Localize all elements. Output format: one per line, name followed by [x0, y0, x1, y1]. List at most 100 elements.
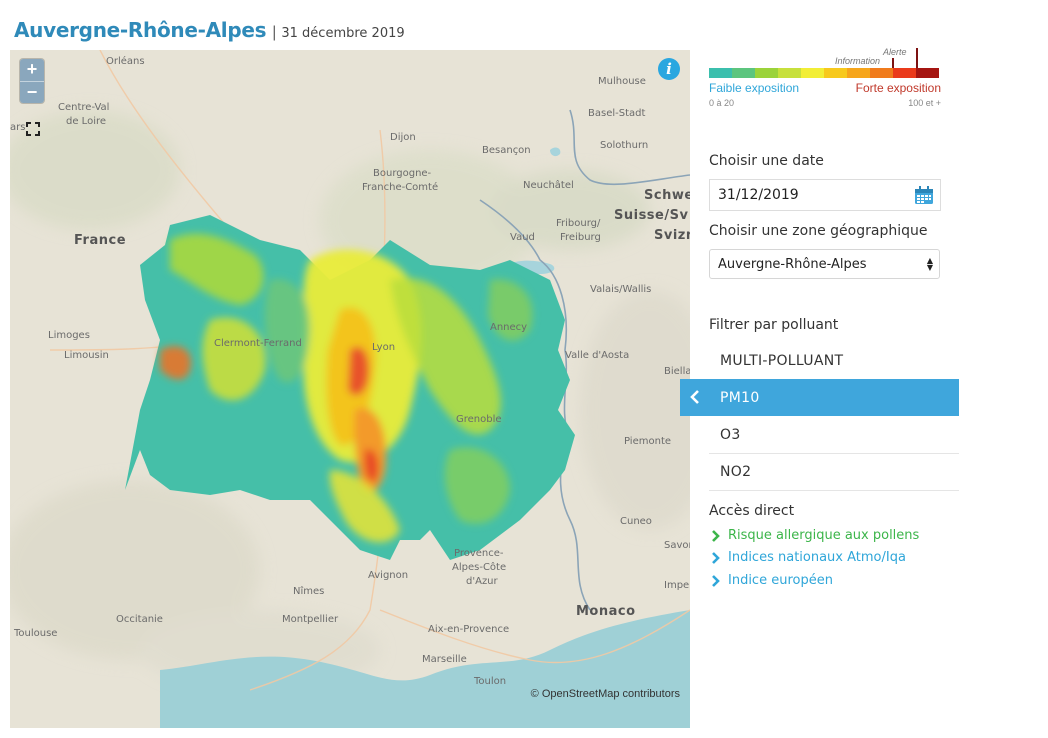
chevron-right-icon	[712, 529, 720, 542]
map-label-limousin: Limousin	[64, 350, 109, 361]
map-label-piemonte: Piemonte	[624, 436, 672, 447]
legend-swatch	[732, 68, 755, 78]
legend-alerte-label: Alerte	[883, 47, 907, 57]
legend-color-scale	[709, 68, 939, 78]
legend-swatch	[870, 68, 893, 78]
pollutant-label: PM10	[720, 389, 760, 406]
map-label-basel-stadt: Basel-Stadt	[588, 108, 646, 119]
pollutant-item-o3[interactable]: O3	[709, 417, 959, 454]
date-field-value: 31/12/2019	[718, 187, 799, 203]
map-label-annecy: Annecy	[490, 322, 528, 333]
legend-information-label: Information	[835, 56, 881, 66]
map-label-savona: Savon	[664, 540, 690, 551]
zoom-out-button[interactable]: −	[20, 81, 44, 103]
select-arrows-icon: ▲ ▼	[926, 256, 933, 272]
map-label-provence: Provence-	[454, 548, 504, 559]
map-label-franche-comte: Franche-Comté	[362, 182, 439, 193]
pollutant-label: MULTI-POLLUANT	[720, 353, 844, 369]
chevron-left-icon	[690, 390, 699, 404]
zoom-control: + −	[20, 59, 44, 103]
map-label-avignon: Avignon	[368, 570, 409, 581]
date-heading: Choisir une date	[709, 153, 824, 169]
legend-alerte-marker	[916, 48, 918, 68]
link-label: Indice européen	[728, 573, 833, 588]
pollutant-heading: Filtrer par polluant	[709, 317, 839, 333]
map-label-aix: Aix-en-Provence	[428, 624, 510, 635]
map-label-lyon: Lyon	[372, 342, 396, 353]
title-separator: |	[272, 24, 277, 41]
info-button[interactable]: i	[658, 58, 680, 80]
chevron-right-icon	[712, 574, 720, 587]
legend-swatch	[778, 68, 801, 78]
app-root: Auvergne-Rhône-Alpes | 31 décembre 2019	[0, 0, 1048, 738]
map-label-toulouse: Toulouse	[14, 628, 58, 639]
legend-information-marker	[892, 58, 894, 68]
map-label-centre-val: Centre-Val	[58, 102, 110, 113]
zoom-in-button[interactable]: +	[20, 59, 44, 81]
exposure-legend: Alerte Information Faible exposition For…	[709, 46, 941, 112]
map-basemap	[10, 50, 690, 728]
map-label-valle-aosta: Valle d'Aosta	[565, 350, 630, 361]
link-label: Indices nationaux Atmo/Iqa	[728, 550, 906, 565]
map-label-cuneo: Cuneo	[620, 516, 652, 527]
date-label: 31 décembre 2019	[281, 26, 405, 41]
date-field[interactable]: 31/12/2019	[709, 179, 941, 211]
pollutant-item-multi[interactable]: MULTI-POLLUANT	[709, 343, 959, 380]
link-atmo-iqa[interactable]: Indices nationaux Atmo/Iqa	[710, 550, 906, 565]
legend-swatch	[755, 68, 778, 78]
map-label-ars: ars	[10, 122, 26, 133]
map-label-monaco: Monaco	[576, 604, 636, 619]
map-label-occitanie: Occitanie	[116, 614, 163, 625]
map-label-imperia: Imper	[664, 580, 690, 591]
map-label-orleans: Orléans	[106, 56, 145, 67]
map-label-schweiz: Schwe	[644, 188, 690, 203]
map-label-toulon: Toulon	[474, 676, 507, 687]
legend-low-range: 0 à 20	[709, 98, 735, 108]
map-label-clermont: Clermont-Ferrand	[214, 338, 302, 349]
map-label-fribourg: Fribourg/	[556, 218, 601, 229]
map-label-neuchatel: Neuchâtel	[523, 180, 574, 191]
map-label-mulhouse: Mulhouse	[598, 76, 646, 87]
calendar-icon[interactable]	[914, 186, 934, 205]
legend-swatch	[709, 68, 732, 78]
map-attribution: © OpenStreetMap contributors	[530, 688, 680, 700]
map-view[interactable]: Orléans Centre-Val de Loire Dijon Besanç…	[10, 50, 690, 728]
map-label-biella: Biella	[664, 366, 690, 377]
legend-high-range: 100 et +	[908, 98, 941, 108]
access-heading: Accès direct	[709, 503, 795, 519]
map-label-montpellier: Montpellier	[282, 614, 339, 625]
pollutant-item-pm10[interactable]: PM10	[680, 379, 959, 416]
legend-high-label: Forte exposition	[855, 81, 941, 95]
legend-swatch	[916, 68, 939, 78]
map-label-freiburg: Freiburg	[560, 232, 601, 243]
map-label-suisse: Suisse/Sv	[614, 208, 689, 223]
fullscreen-icon[interactable]	[26, 122, 40, 136]
map-label-d-azur: d'Azur	[466, 576, 498, 587]
chevron-right-icon	[712, 551, 720, 564]
map-label-vaud: Vaud	[510, 232, 535, 243]
region-title: Auvergne-Rhône-Alpes	[14, 18, 267, 42]
map-label-svizzera: Svizn	[654, 228, 690, 243]
map-label-de-loire: de Loire	[66, 116, 107, 127]
map-label-dijon: Dijon	[390, 132, 416, 143]
map-label-bourgogne: Bourgogne-	[373, 168, 432, 179]
map-label-valais: Valais/Wallis	[590, 284, 652, 295]
legend-swatch	[847, 68, 870, 78]
zone-heading: Choisir une zone géographique	[709, 223, 928, 239]
map-label-limoges: Limoges	[48, 330, 90, 341]
map-label-marseille: Marseille	[422, 654, 467, 665]
map-label-france: France	[74, 233, 127, 248]
pollutant-item-no2[interactable]: NO2	[709, 454, 959, 491]
link-label: Risque allergique aux pollens	[728, 528, 920, 543]
link-indice-europeen[interactable]: Indice européen	[710, 573, 833, 588]
map-label-grenoble: Grenoble	[456, 414, 502, 425]
zone-select[interactable]: Auvergne-Rhône-Alpes ▲ ▼	[709, 249, 940, 279]
pollutant-label: O3	[720, 427, 741, 443]
map-label-solothurn: Solothurn	[600, 140, 649, 151]
link-pollens[interactable]: Risque allergique aux pollens	[710, 528, 919, 543]
map-label-besancon: Besançon	[482, 145, 531, 156]
page-header: Auvergne-Rhône-Alpes | 31 décembre 2019	[14, 18, 405, 46]
map-label-nimes: Nîmes	[293, 586, 325, 597]
legend-swatch	[824, 68, 847, 78]
legend-swatch	[893, 68, 916, 78]
